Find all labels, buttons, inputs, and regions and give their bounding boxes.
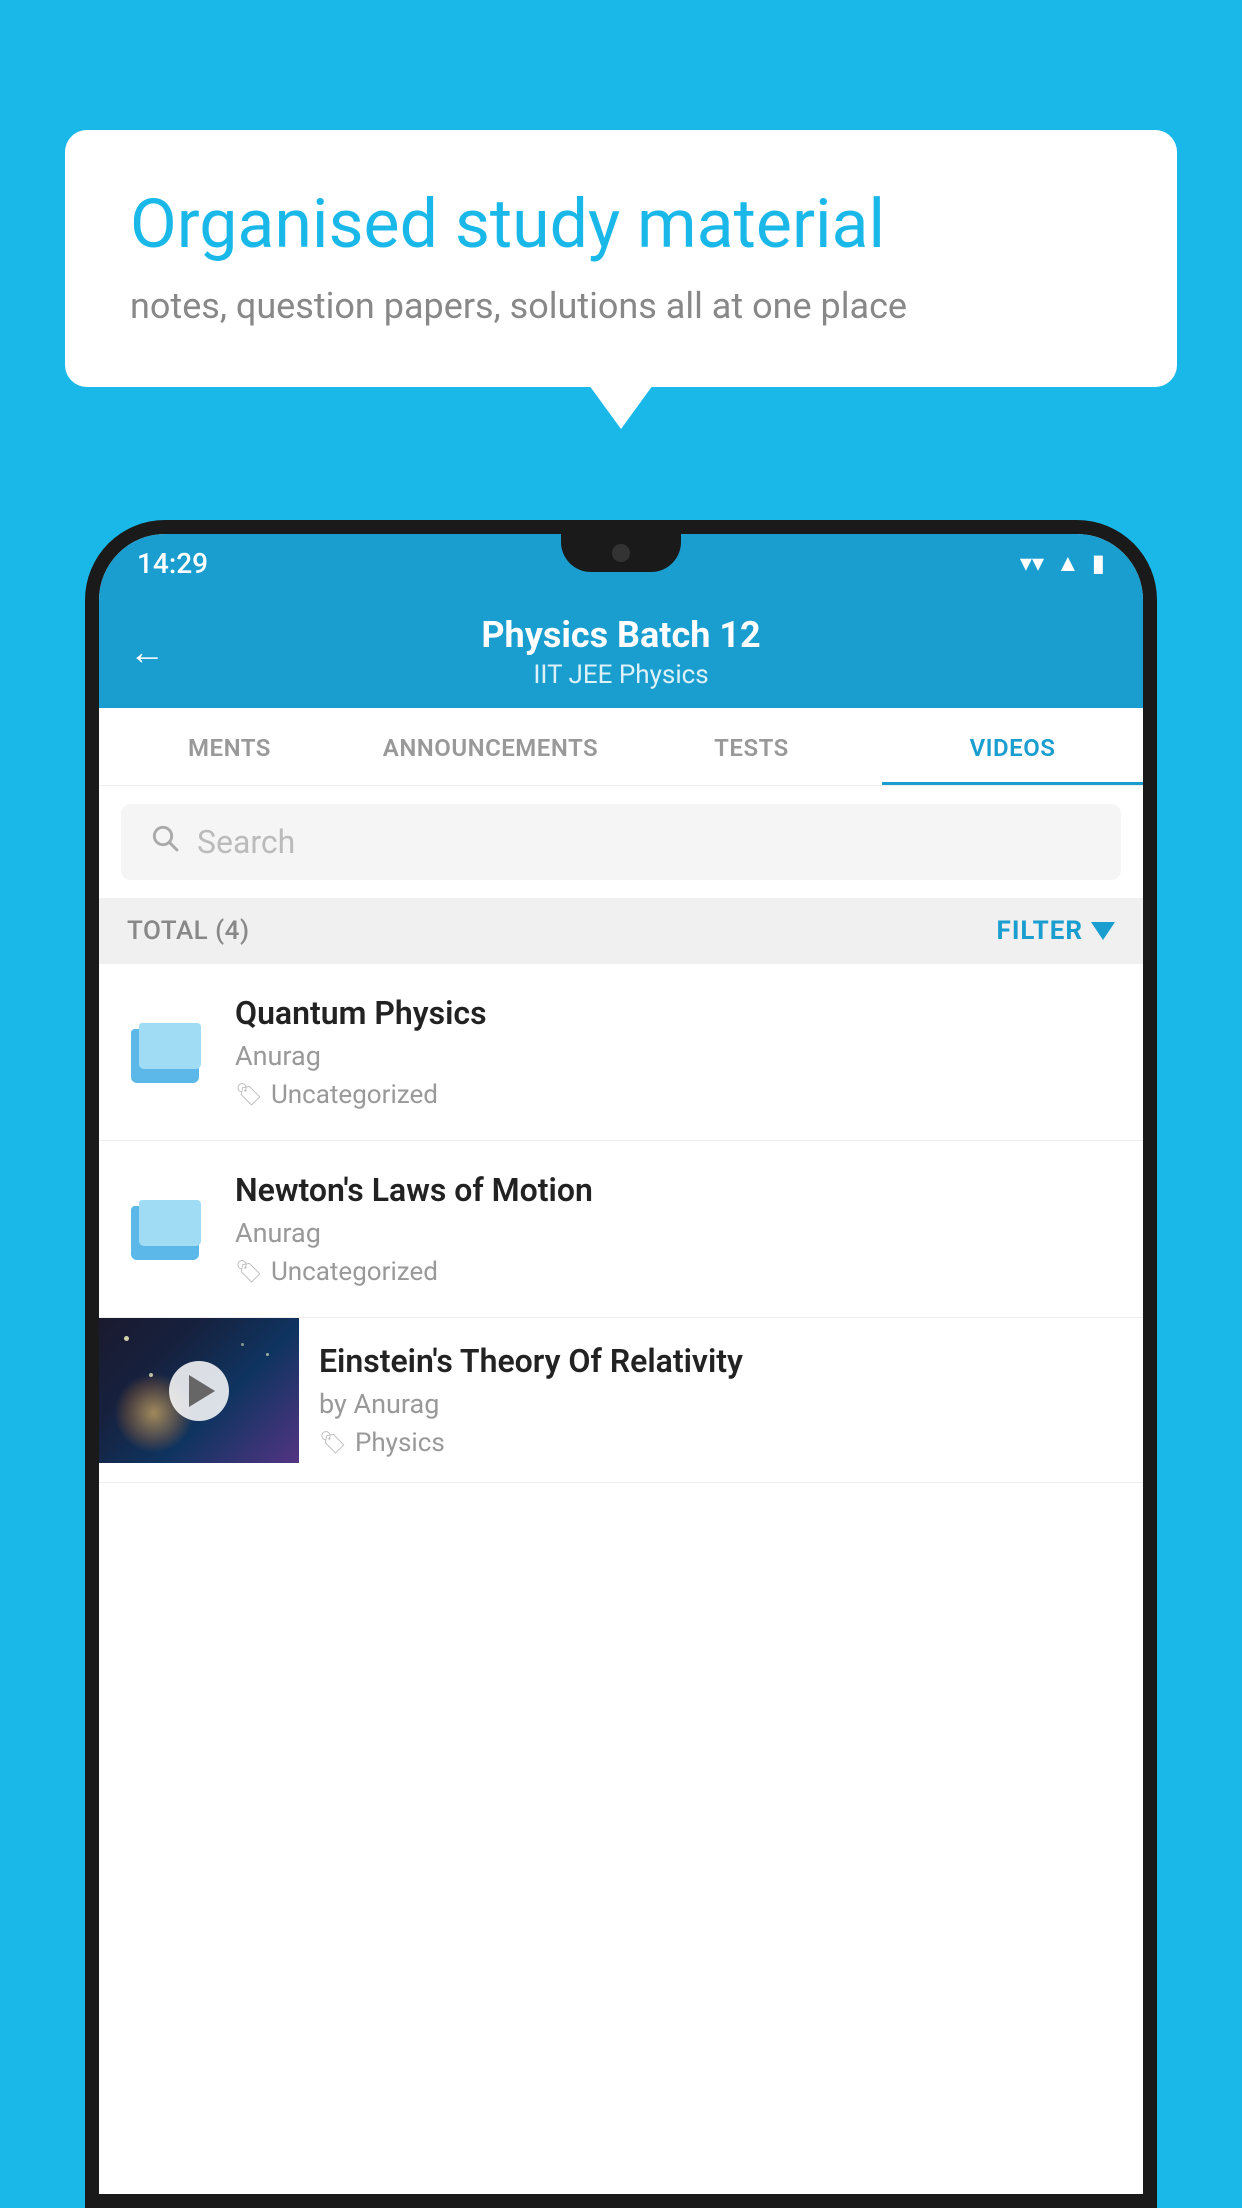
play-button-einstein[interactable] xyxy=(169,1361,229,1421)
tab-ments[interactable]: MENTS xyxy=(99,708,360,785)
speech-bubble-wrapper: Organised study material notes, question… xyxy=(65,130,1177,387)
battery-icon: ▮ xyxy=(1092,549,1105,577)
notch xyxy=(561,534,681,572)
speech-bubble-heading: Organised study material xyxy=(130,185,1112,263)
phone-outer: 14:29 ▾▾ ▲ ▮ ← Physics Batch 12 IIT JEE … xyxy=(85,520,1157,2208)
tab-tests[interactable]: TESTS xyxy=(621,708,882,785)
app-header: ← Physics Batch 12 IIT JEE Physics xyxy=(99,592,1143,708)
back-button[interactable]: ← xyxy=(129,631,165,673)
video-info-einstein: Einstein's Theory Of Relativity by Anura… xyxy=(299,1318,1143,1482)
video-tag-einstein: 🏷 Physics xyxy=(319,1428,1123,1458)
video-author-einstein: by Anurag xyxy=(319,1388,1123,1420)
status-bar: 14:29 ▾▾ ▲ ▮ xyxy=(99,534,1143,592)
video-author-quantum: Anurag xyxy=(235,1040,1115,1072)
video-thumbnail-einstein xyxy=(99,1318,299,1463)
video-item-quantum[interactable]: Quantum Physics Anurag 🏷 Uncategorized xyxy=(99,964,1143,1141)
video-info-newton: Newton's Laws of Motion Anurag 🏷 Uncateg… xyxy=(235,1171,1115,1287)
search-box[interactable]: Search xyxy=(121,804,1121,880)
video-item-einstein[interactable]: Einstein's Theory Of Relativity by Anura… xyxy=(99,1318,1143,1483)
tag-label-einstein: Physics xyxy=(355,1428,445,1458)
tab-videos[interactable]: VIDEOS xyxy=(882,708,1143,785)
phone-wrapper: 14:29 ▾▾ ▲ ▮ ← Physics Batch 12 IIT JEE … xyxy=(85,520,1157,2208)
total-count: TOTAL (4) xyxy=(127,916,250,946)
filter-button[interactable]: FILTER xyxy=(997,916,1115,946)
tag-icon-newton: 🏷 xyxy=(235,1260,263,1285)
video-title-einstein: Einstein's Theory Of Relativity xyxy=(319,1342,1123,1380)
header-title: Physics Batch 12 xyxy=(185,614,1057,656)
video-author-newton: Anurag xyxy=(235,1217,1115,1249)
status-time: 14:29 xyxy=(137,547,208,580)
tag-label-newton: Uncategorized xyxy=(271,1257,438,1287)
search-placeholder: Search xyxy=(197,823,295,861)
tab-announcements[interactable]: ANNOUNCEMENTS xyxy=(360,708,621,785)
video-tag-newton: 🏷 Uncategorized xyxy=(235,1257,1115,1287)
video-info-quantum: Quantum Physics Anurag 🏷 Uncategorized xyxy=(235,994,1115,1110)
speech-bubble: Organised study material notes, question… xyxy=(65,130,1177,387)
tag-icon-einstein: 🏷 xyxy=(319,1431,347,1456)
header-title-block: Physics Batch 12 IIT JEE Physics xyxy=(185,614,1057,690)
filter-label: FILTER xyxy=(997,916,1083,946)
filter-funnel-icon xyxy=(1091,922,1115,940)
tag-label-quantum: Uncategorized xyxy=(271,1080,438,1110)
folder-icon-newton xyxy=(127,1175,207,1265)
camera-dot xyxy=(612,544,630,562)
phone-screen: 14:29 ▾▾ ▲ ▮ ← Physics Batch 12 IIT JEE … xyxy=(99,534,1143,2194)
status-icons: ▾▾ ▲ ▮ xyxy=(1020,549,1105,578)
tag-icon-quantum: 🏷 xyxy=(235,1083,263,1108)
filter-bar: TOTAL (4) FILTER xyxy=(99,898,1143,964)
header-subtitle: IIT JEE Physics xyxy=(185,660,1057,690)
search-icon xyxy=(149,822,181,862)
folder-icon-quantum xyxy=(127,998,207,1088)
play-triangle-icon xyxy=(189,1375,215,1407)
wifi-icon: ▾▾ xyxy=(1020,549,1044,577)
speech-bubble-subtext: notes, question papers, solutions all at… xyxy=(130,285,1112,327)
video-item-newton[interactable]: Newton's Laws of Motion Anurag 🏷 Uncateg… xyxy=(99,1141,1143,1318)
tabs-bar: MENTS ANNOUNCEMENTS TESTS VIDEOS xyxy=(99,708,1143,786)
videos-list: Quantum Physics Anurag 🏷 Uncategorized xyxy=(99,964,1143,2194)
search-container: Search xyxy=(99,786,1143,898)
video-tag-quantum: 🏷 Uncategorized xyxy=(235,1080,1115,1110)
video-title-newton: Newton's Laws of Motion xyxy=(235,1171,1115,1209)
signal-icon: ▲ xyxy=(1056,549,1080,578)
video-title-quantum: Quantum Physics xyxy=(235,994,1115,1032)
